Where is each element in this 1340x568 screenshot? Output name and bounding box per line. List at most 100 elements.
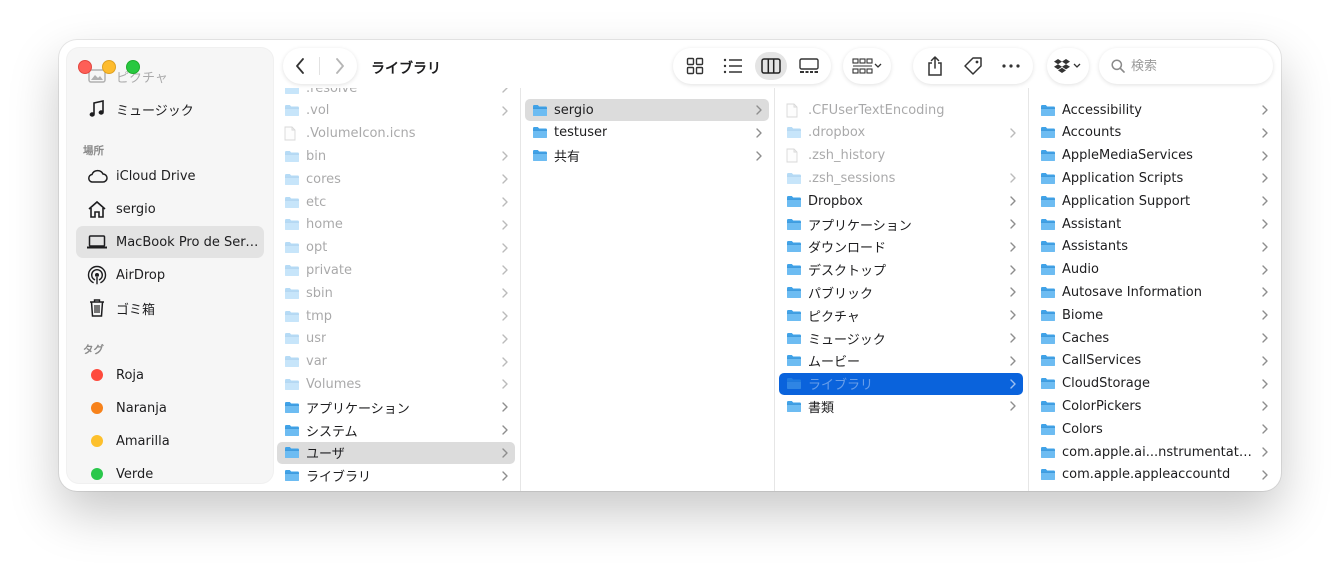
folder-row[interactable]: Colors bbox=[1033, 418, 1275, 440]
group-grid-chevron-icon bbox=[852, 58, 882, 74]
file-row[interactable]: .zsh_history bbox=[779, 145, 1023, 167]
sidebar-tag-yellow[interactable]: Amarilla bbox=[76, 425, 264, 457]
file-row[interactable]: .VolumeIcon.icns bbox=[277, 123, 515, 145]
folder-row[interactable]: cores bbox=[277, 168, 515, 190]
chevron-right-icon bbox=[501, 309, 509, 323]
folder-icon bbox=[1040, 308, 1056, 322]
minimize-window-button[interactable] bbox=[102, 60, 116, 74]
chevron-right-icon bbox=[1261, 422, 1269, 436]
folder-icon bbox=[1040, 445, 1056, 459]
forward-button[interactable] bbox=[326, 52, 354, 80]
folder-row[interactable]: CloudStorage bbox=[1033, 373, 1275, 395]
sidebar-item-icloud-drive[interactable]: iCloud Drive bbox=[76, 160, 264, 192]
item-name: usr bbox=[306, 331, 327, 347]
folder-row[interactable]: Assistant bbox=[1033, 213, 1275, 235]
folder-row[interactable]: 共有 bbox=[525, 145, 769, 167]
folder-row[interactable]: システム bbox=[277, 419, 515, 441]
folder-row[interactable]: ライブラリ bbox=[779, 372, 1023, 395]
chevron-right-icon bbox=[1261, 240, 1269, 254]
folder-row[interactable]: home bbox=[277, 214, 515, 236]
folder-row[interactable]: ColorPickers bbox=[1033, 395, 1275, 417]
folder-row[interactable]: Accounts bbox=[1033, 122, 1275, 144]
folder-icon bbox=[284, 332, 300, 346]
folder-row[interactable]: sbin bbox=[277, 282, 515, 304]
sidebar-item-music[interactable]: ミュージック bbox=[76, 93, 264, 125]
sidebar-item-label: sergio bbox=[116, 201, 156, 217]
folder-row[interactable]: .resolve bbox=[277, 88, 515, 99]
back-button[interactable] bbox=[286, 52, 314, 80]
folder-row[interactable]: usr bbox=[277, 328, 515, 350]
folder-icon bbox=[1040, 331, 1056, 345]
search-field[interactable] bbox=[1099, 48, 1273, 84]
folder-row[interactable]: testuser bbox=[525, 122, 769, 144]
sidebar-item-trash[interactable]: ゴミ箱 bbox=[76, 292, 264, 324]
folder-row[interactable]: sergio bbox=[525, 99, 769, 121]
folder-row[interactable]: ムービー bbox=[779, 350, 1023, 372]
folder-row[interactable]: opt bbox=[277, 237, 515, 259]
more-actions-button[interactable] bbox=[995, 52, 1027, 80]
list-view-button[interactable] bbox=[717, 52, 749, 80]
item-name: Accessibility bbox=[1062, 102, 1142, 118]
share-button[interactable] bbox=[919, 52, 951, 80]
sidebar-tag-red[interactable]: Roja bbox=[76, 359, 264, 391]
column-view-button[interactable] bbox=[755, 52, 787, 80]
item-name: .CFUserTextEncoding bbox=[808, 102, 945, 118]
zoom-window-button[interactable] bbox=[126, 60, 140, 74]
gallery-view-button[interactable] bbox=[793, 52, 825, 80]
sidebar-item-home[interactable]: sergio bbox=[76, 193, 264, 225]
folder-row[interactable]: com.apple.ai...nstrumentation bbox=[1033, 441, 1275, 463]
tag-button[interactable] bbox=[957, 52, 989, 80]
folder-row[interactable]: AppleMediaServices bbox=[1033, 145, 1275, 167]
item-name: デスクトップ bbox=[808, 264, 887, 280]
close-window-button[interactable] bbox=[78, 60, 92, 74]
folder-row[interactable]: tmp bbox=[277, 305, 515, 327]
folder-row[interactable]: Caches bbox=[1033, 327, 1275, 349]
folder-row[interactable]: var bbox=[277, 351, 515, 373]
folder-row[interactable]: Assistants bbox=[1033, 236, 1275, 258]
folder-row[interactable]: etc bbox=[277, 191, 515, 213]
chevron-right-icon bbox=[1009, 308, 1017, 322]
dropbox-button[interactable] bbox=[1049, 52, 1087, 80]
folder-row[interactable]: private bbox=[277, 259, 515, 281]
folder-row[interactable]: ユーザ bbox=[277, 441, 515, 464]
folder-row[interactable]: 書類 bbox=[779, 395, 1023, 417]
chevron-right-icon bbox=[1261, 194, 1269, 208]
file-row[interactable]: .CFUserTextEncoding bbox=[779, 99, 1023, 121]
folder-row[interactable]: ライブラリ bbox=[277, 465, 515, 487]
sidebar-item-airdrop[interactable]: AirDrop bbox=[76, 259, 264, 291]
folder-row[interactable]: CallServices bbox=[1033, 350, 1275, 372]
folder-row[interactable]: デスクトップ bbox=[779, 259, 1023, 281]
folder-row[interactable]: .zsh_sessions bbox=[779, 167, 1023, 189]
folder-row[interactable]: ピクチャ bbox=[779, 304, 1023, 326]
item-name: Colors bbox=[1062, 421, 1103, 437]
folder-row[interactable]: Dropbox bbox=[779, 190, 1023, 212]
folder-row[interactable]: .dropbox bbox=[779, 122, 1023, 144]
red-tag-dot-icon bbox=[91, 369, 103, 381]
sidebar-item-macbook[interactable]: MacBook Pro de Sergio bbox=[76, 226, 264, 258]
group-by-button[interactable] bbox=[847, 52, 887, 80]
folder-row[interactable]: Biome bbox=[1033, 304, 1275, 326]
item-name: システム bbox=[306, 424, 358, 440]
sidebar-tag-orange[interactable]: Naranja bbox=[76, 392, 264, 424]
chevron-right-icon bbox=[1261, 445, 1269, 459]
folder-row[interactable]: ダウンロード bbox=[779, 236, 1023, 258]
folder-row[interactable]: com.apple.appleaccountd bbox=[1033, 464, 1275, 486]
folder-row[interactable]: Autosave Information bbox=[1033, 281, 1275, 303]
folder-row[interactable]: アプリケーション bbox=[277, 396, 515, 418]
item-name: bin bbox=[306, 148, 327, 164]
orange-tag-dot-icon bbox=[91, 402, 103, 414]
folder-row[interactable]: パブリック bbox=[779, 281, 1023, 303]
folder-row[interactable]: Accessibility bbox=[1033, 99, 1275, 121]
folder-row[interactable]: Audio bbox=[1033, 259, 1275, 281]
folder-row[interactable]: ミュージック bbox=[779, 327, 1023, 349]
folder-row[interactable]: アプリケーション bbox=[779, 213, 1023, 235]
icon-view-button[interactable] bbox=[679, 52, 711, 80]
search-input[interactable] bbox=[1131, 58, 1251, 74]
folder-row[interactable]: Volumes bbox=[277, 373, 515, 395]
folder-row[interactable]: .vol bbox=[277, 100, 515, 122]
folder-row[interactable]: Application Scripts bbox=[1033, 167, 1275, 189]
share-icon bbox=[928, 56, 942, 76]
folder-row[interactable]: bin bbox=[277, 145, 515, 167]
folder-row[interactable]: Application Support bbox=[1033, 190, 1275, 212]
sidebar-tag-green[interactable]: Verde bbox=[76, 458, 264, 483]
